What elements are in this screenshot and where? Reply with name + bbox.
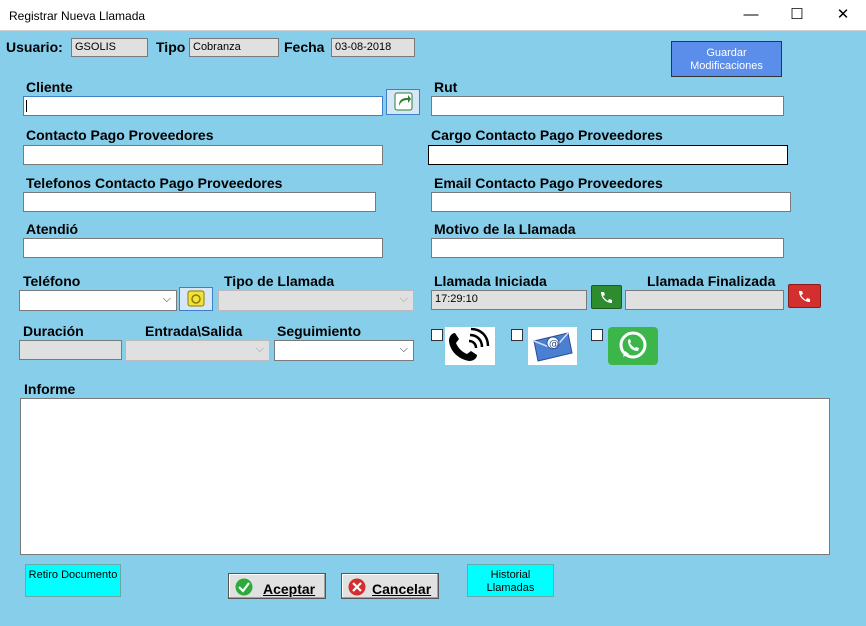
telefonos-input[interactable] xyxy=(23,192,376,212)
telefonos-label: Telefonos Contacto Pago Proveedores xyxy=(26,175,283,191)
phone-channel-checkbox[interactable] xyxy=(431,329,443,341)
close-button[interactable]: ✕ xyxy=(820,0,866,30)
cancel-icon xyxy=(348,578,366,596)
contacto-input[interactable] xyxy=(23,145,383,165)
phone-start-icon xyxy=(601,292,612,303)
finalizada-label: Llamada Finalizada xyxy=(647,273,776,289)
whatsapp-icon xyxy=(608,327,658,365)
dial-phone-button[interactable] xyxy=(179,287,213,311)
fecha-label: Fecha xyxy=(284,39,325,55)
aceptar-button[interactable]: Aceptar xyxy=(228,573,326,599)
email-input[interactable] xyxy=(431,192,791,212)
cancelar-button[interactable]: Cancelar xyxy=(341,573,439,599)
cliente-label: Cliente xyxy=(26,79,73,95)
tipo-field: Cobranza xyxy=(189,38,279,57)
whatsapp-channel-checkbox[interactable] xyxy=(591,329,603,341)
save-modifications-button[interactable]: Guardar Modificaciones xyxy=(671,41,782,77)
end-call-button[interactable] xyxy=(788,284,821,308)
email-channel-checkbox[interactable] xyxy=(511,329,523,341)
phone-end-icon xyxy=(799,291,810,302)
email-channel-icon: @ xyxy=(528,327,577,365)
usuario-label: Usuario: xyxy=(6,39,63,55)
contacto-label: Contacto Pago Proveedores xyxy=(26,127,214,143)
telefono-select[interactable]: ⌵ xyxy=(19,290,177,311)
entrada-label: Entrada\Salida xyxy=(145,323,243,339)
atendio-input[interactable] xyxy=(23,238,383,258)
arrow-icon xyxy=(394,92,413,111)
motivo-input[interactable] xyxy=(431,238,784,258)
usuario-field: GSOLIS xyxy=(71,38,148,57)
duracion-field xyxy=(19,340,122,360)
cargo-label: Cargo Contacto Pago Proveedores xyxy=(431,127,663,143)
chevron-down-icon: ⌵ xyxy=(399,343,408,355)
retiro-documento-label: Retiro Documento xyxy=(28,569,118,581)
svg-text:@: @ xyxy=(549,339,559,350)
seguimiento-select[interactable]: ⌵ xyxy=(274,340,414,361)
check-icon xyxy=(235,578,253,596)
telefono-label: Teléfono xyxy=(23,273,81,289)
cancelar-label: Cancelar xyxy=(372,581,432,597)
window-title: Registrar Nueva Llamada xyxy=(9,9,146,23)
atendio-label: Atendió xyxy=(26,221,79,237)
seguimiento-label: Seguimiento xyxy=(277,323,362,339)
historial-llamadas-label: Historial Llamadas xyxy=(486,569,535,594)
tipo-label: Tipo xyxy=(156,39,186,55)
cargo-input[interactable] xyxy=(428,145,788,165)
aceptar-label: Aceptar xyxy=(263,581,316,597)
rut-input[interactable] xyxy=(431,96,784,116)
historial-llamadas-button[interactable]: Historial Llamadas xyxy=(467,564,554,597)
iniciada-field: 17:29:10 xyxy=(431,290,587,310)
chevron-down-icon: ⌵ xyxy=(255,343,264,355)
email-label: Email Contacto Pago Proveedores xyxy=(434,175,663,191)
text-cursor xyxy=(26,100,27,112)
chevron-down-icon: ⌵ xyxy=(399,293,408,305)
tipo-llamada-select[interactable]: ⌵ xyxy=(218,290,414,311)
search-client-button[interactable] xyxy=(386,89,420,115)
chevron-down-icon: ⌵ xyxy=(162,293,171,305)
iniciada-label: Llamada Iniciada xyxy=(434,273,547,289)
form-body: Usuario: GSOLIS Tipo Cobranza Fecha 03-0… xyxy=(0,31,866,626)
tipo-llamada-label: Tipo de Llamada xyxy=(224,273,335,289)
entrada-salida-select[interactable]: ⌵ xyxy=(125,340,270,361)
cliente-input[interactable] xyxy=(23,96,383,116)
save-modifications-label: Guardar Modificaciones xyxy=(690,47,763,72)
maximize-button[interactable]: ☐ xyxy=(774,0,820,30)
informe-label: Informe xyxy=(24,381,76,397)
informe-textarea[interactable] xyxy=(20,398,830,555)
retiro-documento-button[interactable]: Retiro Documento xyxy=(25,564,121,597)
duracion-label: Duración xyxy=(23,323,84,339)
motivo-label: Motivo de la Llamada xyxy=(434,221,576,237)
start-call-button[interactable] xyxy=(591,285,622,309)
finalizada-field xyxy=(625,290,784,310)
title-bar: Registrar Nueva Llamada — ☐ ✕ xyxy=(0,0,866,31)
phone-icon xyxy=(187,290,205,307)
fecha-field: 03-08-2018 xyxy=(331,38,415,57)
phone-call-icon xyxy=(445,327,495,365)
rut-label: Rut xyxy=(434,79,458,95)
minimize-button[interactable]: — xyxy=(728,0,774,30)
